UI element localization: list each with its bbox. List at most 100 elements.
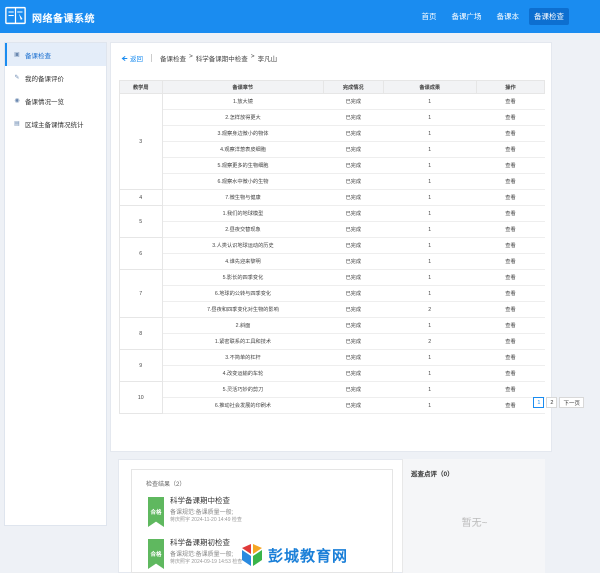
chapter-cell: 1.放大镜 bbox=[162, 93, 324, 110]
sidebar-item-1[interactable]: ✎ 我的备课评价 bbox=[5, 66, 106, 89]
status-cell: 已完成 bbox=[323, 317, 383, 334]
watermark: 彭城教育网 bbox=[240, 544, 348, 566]
status-cell: 已完成 bbox=[323, 381, 383, 398]
chapter-cell: 3.不简单的杠杆 bbox=[162, 349, 324, 366]
comment-icon: ✎ bbox=[14, 75, 20, 81]
result-count-cell: 1 bbox=[383, 349, 477, 366]
page-2-button[interactable]: 2 bbox=[546, 397, 558, 408]
status-cell: 已完成 bbox=[323, 285, 383, 302]
table-row: 7.昼夜和四季变化对生物的影响 已完成 2 查看 bbox=[120, 301, 545, 318]
view-link[interactable]: 查看 bbox=[476, 221, 545, 238]
chapter-cell: 4.改变运输的车轮 bbox=[162, 365, 324, 382]
table-row: 3.观察身边微小的物体 已完成 1 查看 bbox=[120, 125, 545, 142]
chapter-cell: 4.观察洋葱表皮细胞 bbox=[162, 141, 324, 158]
view-link[interactable]: 查看 bbox=[476, 125, 545, 142]
chapter-cell: 5.灵活巧妙的剪刀 bbox=[162, 381, 324, 398]
result-count-cell: 1 bbox=[383, 381, 477, 398]
view-link[interactable]: 查看 bbox=[476, 141, 545, 158]
result-count-cell: 1 bbox=[383, 253, 477, 270]
column-header: 教学周 bbox=[119, 80, 163, 94]
sidebar-item-2[interactable]: ◉ 备课情况一览 bbox=[5, 89, 106, 112]
table-row: 7 5.影长的四季变化 已完成 1 查看 bbox=[119, 269, 545, 318]
status-cell: 已完成 bbox=[323, 365, 383, 382]
view-link[interactable]: 查看 bbox=[476, 381, 545, 398]
result-count-cell: 1 bbox=[383, 109, 477, 126]
view-link[interactable]: 查看 bbox=[476, 157, 545, 174]
table-row: 6 3.人类认识地球运动的历史 已完成 1 查看 bbox=[119, 237, 545, 270]
view-link[interactable]: 查看 bbox=[476, 365, 545, 382]
chapter-cell: 2.昼夜交替现象 bbox=[162, 221, 324, 238]
nav-item-0[interactable]: 首页 bbox=[417, 8, 442, 25]
table-row: 4.改变运输的车轮 已完成 1 查看 bbox=[120, 365, 545, 382]
status-cell: 已完成 bbox=[323, 93, 383, 110]
nav-item-3[interactable]: 备课检查 bbox=[529, 8, 569, 25]
sidebar-item-3[interactable]: ▤ 区域主备课情况统计 bbox=[5, 112, 106, 135]
view-link[interactable]: 查看 bbox=[476, 189, 545, 206]
back-link[interactable]: 返回 bbox=[121, 53, 143, 63]
breadcrumb-item[interactable]: 科学备课期中检查 bbox=[196, 53, 248, 63]
week-cell: 8 bbox=[119, 317, 163, 350]
check-meta: 蒋庆照宇 2024-09-19 14:53 检查 bbox=[170, 559, 243, 565]
check-name[interactable]: 科学备课期中检查 bbox=[170, 495, 230, 506]
table-row: 4.观察洋葱表皮细胞 已完成 1 查看 bbox=[120, 141, 545, 158]
table-row: 4.谁先迎来黎明 已完成 1 查看 bbox=[120, 253, 545, 270]
chapter-cell: 6.推动社会发展的印刷术 bbox=[162, 397, 324, 414]
week-cell: 5 bbox=[119, 205, 163, 238]
chapter-cell: 4.谁先迎来黎明 bbox=[162, 253, 324, 270]
status-cell: 已完成 bbox=[323, 253, 383, 270]
week-cell: 3 bbox=[119, 93, 163, 190]
result-count-cell: 1 bbox=[383, 157, 477, 174]
next-page-button[interactable]: 下一页 bbox=[559, 397, 584, 408]
table-row: 6.观察水中微小的生物 已完成 1 查看 bbox=[120, 173, 545, 190]
sidebar-item-label: 区域主备课情况统计 bbox=[25, 121, 84, 129]
chapter-cell: 1.我们的地球模型 bbox=[162, 205, 324, 222]
chapter-cell: 5.影长的四季变化 bbox=[162, 269, 324, 286]
result-count-cell: 1 bbox=[383, 125, 477, 142]
pass-badge: 合格 bbox=[148, 497, 164, 527]
view-link[interactable]: 查看 bbox=[476, 205, 545, 222]
view-link[interactable]: 查看 bbox=[476, 269, 545, 286]
result-count-cell: 1 bbox=[383, 237, 477, 254]
view-link[interactable]: 查看 bbox=[476, 253, 545, 270]
view-link[interactable]: 查看 bbox=[476, 349, 545, 366]
check-name[interactable]: 科学备课期初检查 bbox=[170, 537, 230, 548]
table-row: 6.地球的公转与四季变化 已完成 1 查看 bbox=[120, 285, 545, 302]
status-cell: 已完成 bbox=[323, 205, 383, 222]
breadcrumb-item[interactable]: 李凡山 bbox=[258, 53, 278, 63]
pass-badge: 合格 bbox=[148, 539, 164, 569]
week-cell: 6 bbox=[119, 237, 163, 270]
view-link[interactable]: 查看 bbox=[476, 301, 545, 318]
status-cell: 已完成 bbox=[323, 349, 383, 366]
nav-item-2[interactable]: 备课本 bbox=[492, 8, 525, 25]
table-header-row: 教学周 备课章节 完成情况 备课成果 操作 bbox=[119, 80, 545, 94]
sidebar-item-label: 备课检查 bbox=[25, 52, 51, 60]
page-1-button[interactable]: 1 bbox=[533, 397, 545, 408]
chapter-cell: 2.斜面 bbox=[162, 317, 324, 334]
nav-item-1[interactable]: 备课广场 bbox=[447, 8, 487, 25]
view-link[interactable]: 查看 bbox=[476, 285, 545, 302]
sidebar-item-0[interactable]: ▣ 备课检查 bbox=[5, 43, 106, 66]
check-results-title: 检查结果（2） bbox=[146, 482, 186, 488]
chapter-cell: 6.地球的公转与四季变化 bbox=[162, 285, 324, 302]
column-header: 操作 bbox=[476, 80, 545, 94]
view-link[interactable]: 查看 bbox=[476, 317, 545, 334]
sidebar-item-label: 备课情况一览 bbox=[25, 98, 64, 106]
week-cell: 7 bbox=[119, 269, 163, 318]
open-book-logo-icon bbox=[5, 6, 26, 25]
app-title: 网络备课系统 bbox=[32, 14, 95, 25]
view-link[interactable]: 查看 bbox=[476, 237, 545, 254]
view-link[interactable]: 查看 bbox=[476, 93, 545, 110]
empty-state-text: 暂无~ bbox=[461, 518, 488, 529]
check-result-item: 合格 科学备课期中检查 备课规范:备课质量一般; 蒋庆照宇 2024-11-20 14… bbox=[148, 495, 388, 531]
view-link[interactable]: 查看 bbox=[476, 173, 545, 190]
breadcrumb-item[interactable]: 备课检查 bbox=[160, 53, 186, 63]
site-logo-icon bbox=[242, 544, 262, 566]
status-cell: 已完成 bbox=[323, 301, 383, 318]
view-link[interactable]: 查看 bbox=[476, 333, 545, 350]
chapter-cell: 2.怎样放得更大 bbox=[162, 109, 324, 126]
table-row: 2.昼夜交替现象 已完成 1 查看 bbox=[120, 221, 545, 238]
table-row: 2.怎样放得更大 已完成 1 查看 bbox=[120, 109, 545, 126]
status-cell: 已完成 bbox=[323, 109, 383, 126]
table-row: 3 1.放大镜 已完成 1 查看 bbox=[119, 93, 545, 190]
view-link[interactable]: 查看 bbox=[476, 109, 545, 126]
